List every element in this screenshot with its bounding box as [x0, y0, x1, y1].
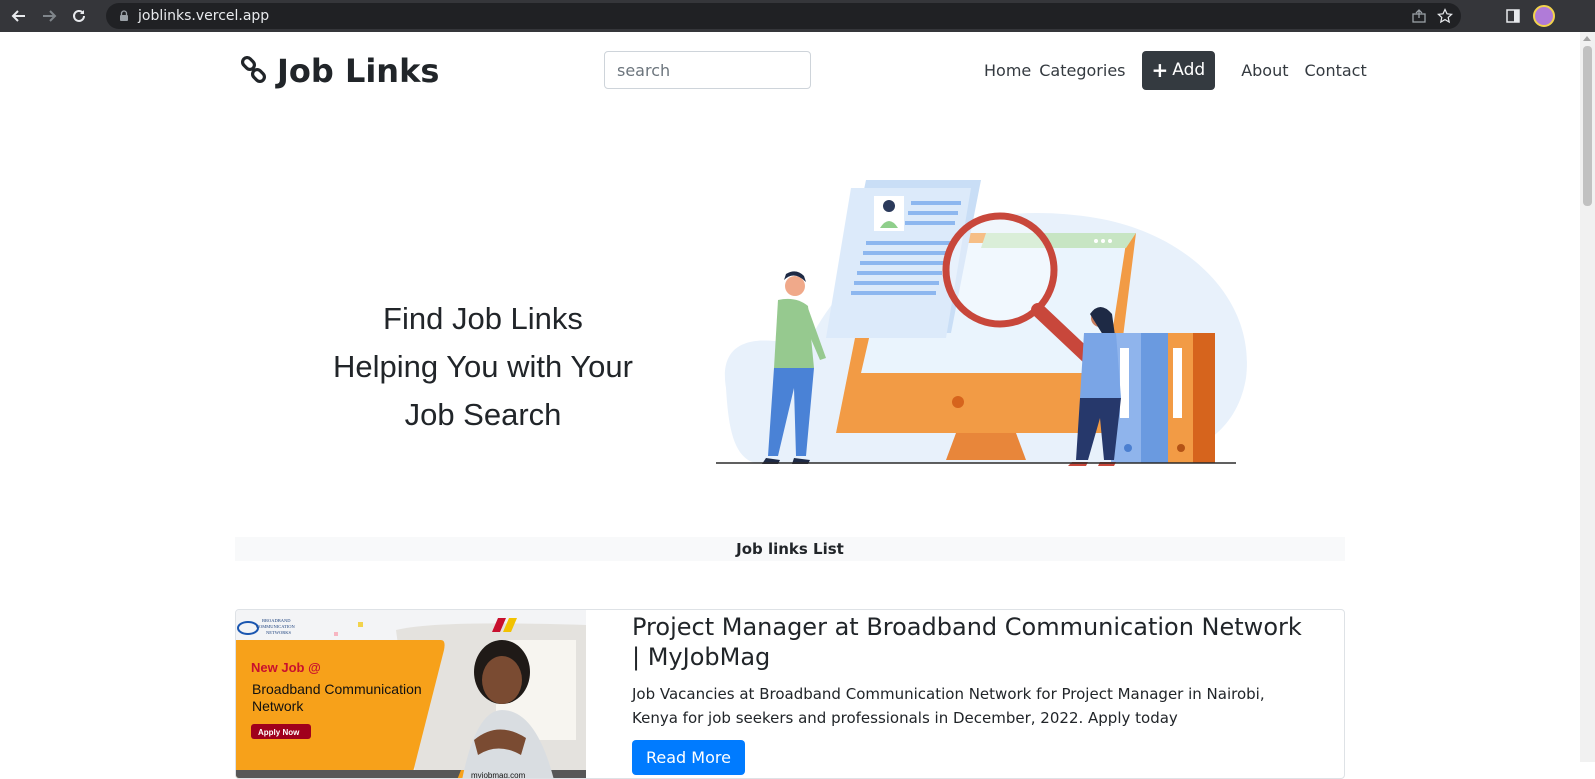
profile-avatar[interactable]	[1533, 5, 1555, 27]
arrow-right-icon	[43, 10, 57, 22]
logo-text-line-2: COMMUNICATION	[256, 624, 296, 629]
nav-categories[interactable]: Categories	[1039, 61, 1125, 80]
nav-home[interactable]: Home	[984, 61, 1031, 80]
plus-icon: +	[1151, 58, 1169, 82]
arrow-left-icon	[11, 10, 25, 22]
browser-toolbar: joblinks.vercel.app	[0, 0, 1595, 32]
hero-line-1: Find Job Links	[383, 301, 583, 336]
hero-line-2: Helping You with Your	[333, 349, 633, 384]
lock-icon	[120, 10, 128, 21]
add-button-label: Add	[1172, 60, 1206, 80]
job-card[interactable]: BROADBAND COMMUNICATION NETWORKS New Job…	[235, 609, 1345, 779]
job-description: Job Vacancies at Broadband Communication…	[632, 685, 1265, 727]
link-icon	[240, 56, 267, 84]
url-text: joblinks.vercel.app	[138, 8, 270, 24]
brand-logo[interactable]: Job Links	[239, 52, 439, 90]
job-card-image: BROADBAND COMMUNICATION NETWORKS New Job…	[236, 610, 586, 779]
binders-icon	[1111, 333, 1215, 463]
main-nav: Home Categories + Add About Contact	[984, 50, 1383, 90]
read-more-button[interactable]: Read More	[632, 740, 745, 775]
hero-headline: Find Job Links Helping You with Your Job…	[300, 295, 666, 439]
brand-title: Job Links	[277, 52, 440, 90]
page-scrollbar[interactable]	[1580, 32, 1595, 762]
hero-line-3: Job Search	[404, 397, 562, 432]
reload-icon	[73, 9, 85, 22]
ad-apply-now: Apply Now	[258, 728, 300, 737]
scrollbar-thumb[interactable]	[1583, 46, 1592, 206]
share-icon[interactable]	[1411, 8, 1427, 24]
forward-button[interactable]	[38, 5, 60, 27]
logo-text-line-1: BROADBAND	[262, 618, 291, 623]
ad-site: myjobmag.com	[471, 771, 526, 779]
job-card-body: Project Manager at Broadband Communicati…	[632, 612, 1312, 775]
nav-contact[interactable]: Contact	[1305, 61, 1367, 80]
search-input[interactable]	[604, 51, 811, 89]
job-title[interactable]: Project Manager at Broadband Communicati…	[632, 612, 1312, 672]
reload-button[interactable]	[68, 5, 90, 27]
address-bar[interactable]: joblinks.vercel.app	[106, 3, 1461, 29]
ad-new-job: New Job @	[251, 660, 321, 675]
ad-company-line-2: Network	[252, 698, 304, 714]
add-button[interactable]: + Add	[1141, 50, 1216, 90]
logo-text-line-3: NETWORKS	[266, 630, 291, 635]
scroll-up-icon[interactable]	[1583, 36, 1591, 41]
job-list-header: Job links List	[235, 537, 1345, 561]
nav-about[interactable]: About	[1241, 61, 1288, 80]
hero-illustration	[716, 180, 1247, 466]
back-button[interactable]	[8, 5, 30, 27]
ad-company-line-1: Broadband Communication	[252, 681, 422, 697]
bookmark-star-icon[interactable]	[1437, 8, 1453, 24]
side-panel-icon[interactable]	[1505, 8, 1521, 24]
